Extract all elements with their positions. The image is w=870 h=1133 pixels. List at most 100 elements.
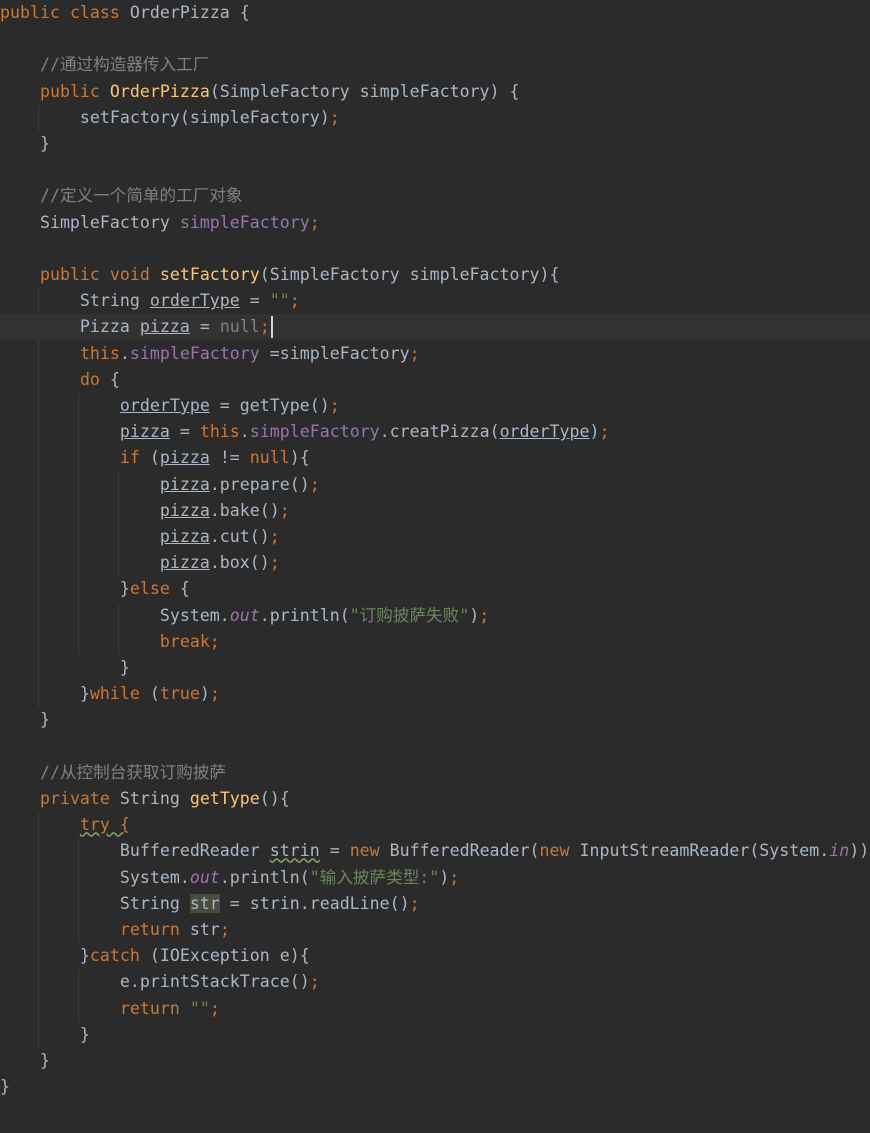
code-line[interactable]	[0, 26, 870, 52]
keyword-token: private	[39, 789, 120, 808]
comment-token: //通过构造器传入工厂	[39, 55, 210, 75]
code-line[interactable]: try {	[0, 812, 870, 838]
code-line[interactable]: }else {	[0, 576, 870, 602]
code-line[interactable]: }	[0, 1022, 870, 1048]
current-code-line[interactable]: Pizza pizza = null;	[0, 314, 870, 341]
reassigned-variable-token: pizza	[159, 474, 210, 494]
code-line[interactable]: }	[0, 1074, 870, 1100]
code-line[interactable]: SimpleFactory simpleFactory;	[0, 210, 870, 236]
code-line[interactable]: pizza.box();	[0, 550, 870, 576]
code-line[interactable]: orderType = getType();	[0, 393, 870, 419]
keyword-token: ;	[309, 212, 320, 232]
code-line[interactable]: System.out.println("输入披萨类型:");	[0, 865, 870, 891]
code-line[interactable]: String str = strin.readLine();	[0, 891, 870, 917]
keyword-token: ;	[449, 867, 460, 887]
reassigned-variable-token: orderType	[119, 396, 210, 415]
code-line[interactable]: BufferedReader strin = new BufferedReade…	[0, 838, 870, 864]
code-line[interactable]: e.printStackTrace();	[0, 969, 870, 995]
code-line[interactable]: do {	[0, 367, 870, 393]
keyword-token: break;	[159, 631, 220, 651]
static-field-token: out	[189, 867, 220, 887]
code-token: str	[189, 920, 220, 939]
comment-token: //定义一个简单的工厂对象	[39, 186, 243, 206]
reassigned-variable-token: pizza	[139, 317, 190, 337]
static-field-token: out	[229, 605, 260, 625]
code-token: .box()	[209, 553, 270, 573]
code-token: .	[119, 343, 130, 363]
code-line[interactable]: }	[0, 707, 870, 733]
code-line[interactable]: }while (true);	[0, 681, 870, 707]
keyword-warning-token: try {	[79, 815, 130, 835]
code-token: String	[119, 789, 190, 808]
code-line[interactable]: return str;	[0, 917, 870, 943]
code-line[interactable]: break;	[0, 629, 870, 655]
code-line[interactable]: public class OrderPizza {	[0, 0, 870, 26]
code-editor[interactable]: public class OrderPizza { //通过构造器传入工厂 pu…	[0, 0, 870, 1133]
code-line[interactable]: public OrderPizza(SimpleFactory simpleFa…	[0, 79, 870, 105]
code-line[interactable]: }catch (IOException e){	[0, 943, 870, 969]
code-token: .bake()	[209, 500, 280, 520]
code-line[interactable]	[0, 157, 870, 183]
field-token: simpleFactory	[249, 422, 380, 442]
keyword-token: return	[119, 920, 190, 939]
code-token: )	[439, 867, 450, 887]
code-line[interactable]: //定义一个简单的工厂对象	[0, 183, 870, 209]
code-token: setFactory(simpleFactory)	[0, 107, 330, 127]
code-line[interactable]: //从控制台获取订购披萨	[0, 760, 870, 786]
code-token: ))	[849, 841, 870, 861]
code-line[interactable]: return "";	[0, 996, 870, 1022]
code-token: =	[319, 841, 350, 861]
code-token: Pizza	[0, 317, 140, 337]
code-line[interactable]: setFactory(simpleFactory);	[0, 105, 870, 131]
code-line[interactable]: String orderType = "";	[0, 288, 870, 314]
code-token: (	[149, 448, 160, 468]
keyword-token: ;	[329, 396, 340, 415]
keyword-token: ;	[309, 972, 320, 992]
code-line[interactable]: }	[0, 655, 870, 681]
code-line[interactable]: System.out.println("订购披萨失败");	[0, 603, 870, 629]
code-line[interactable]: public void setFactory(SimpleFactory sim…	[0, 262, 870, 288]
code-token: )	[199, 684, 210, 704]
code-line[interactable]: if (pizza != null){	[0, 445, 870, 471]
code-token: =	[239, 291, 270, 311]
code-token: .println(	[219, 867, 310, 887]
code-line[interactable]: pizza.bake();	[0, 498, 870, 524]
null-literal-token: null	[219, 317, 260, 337]
keyword-token: public	[0, 3, 70, 22]
code-line[interactable]: private String getType(){	[0, 786, 870, 812]
code-line[interactable]: pizza.cut();	[0, 524, 870, 550]
code-line[interactable]	[0, 236, 870, 262]
code-token: }	[0, 1077, 10, 1097]
code-token: }	[0, 658, 130, 677]
code-token: String	[0, 291, 150, 311]
keyword-token: ;	[269, 553, 280, 573]
keyword-token: catch	[89, 946, 150, 966]
field-token: simpleFactory	[179, 212, 310, 232]
code-token: SimpleFactory	[0, 212, 180, 232]
code-token: =simpleFactory	[259, 343, 410, 363]
keyword-token: if	[119, 448, 150, 468]
code-line[interactable]: this.simpleFactory =simpleFactory;	[0, 341, 870, 367]
function-name-token: setFactory	[159, 265, 260, 284]
code-line[interactable]: pizza = this.simpleFactory.creatPizza(or…	[0, 419, 870, 445]
keyword-token: ;	[309, 474, 320, 494]
code-line[interactable]: //通过构造器传入工厂	[0, 52, 870, 78]
code-token: }	[0, 946, 90, 966]
code-line[interactable]: pizza.prepare();	[0, 472, 870, 498]
code-token: {	[179, 579, 190, 599]
code-line[interactable]: }	[0, 1048, 870, 1074]
keyword-token: ;	[409, 893, 420, 913]
code-token: System.	[0, 867, 190, 887]
code-line[interactable]: }	[0, 131, 870, 157]
code-line[interactable]	[0, 734, 870, 760]
keyword-token: null	[249, 448, 290, 468]
code-token: BufferedReader(	[389, 841, 540, 861]
